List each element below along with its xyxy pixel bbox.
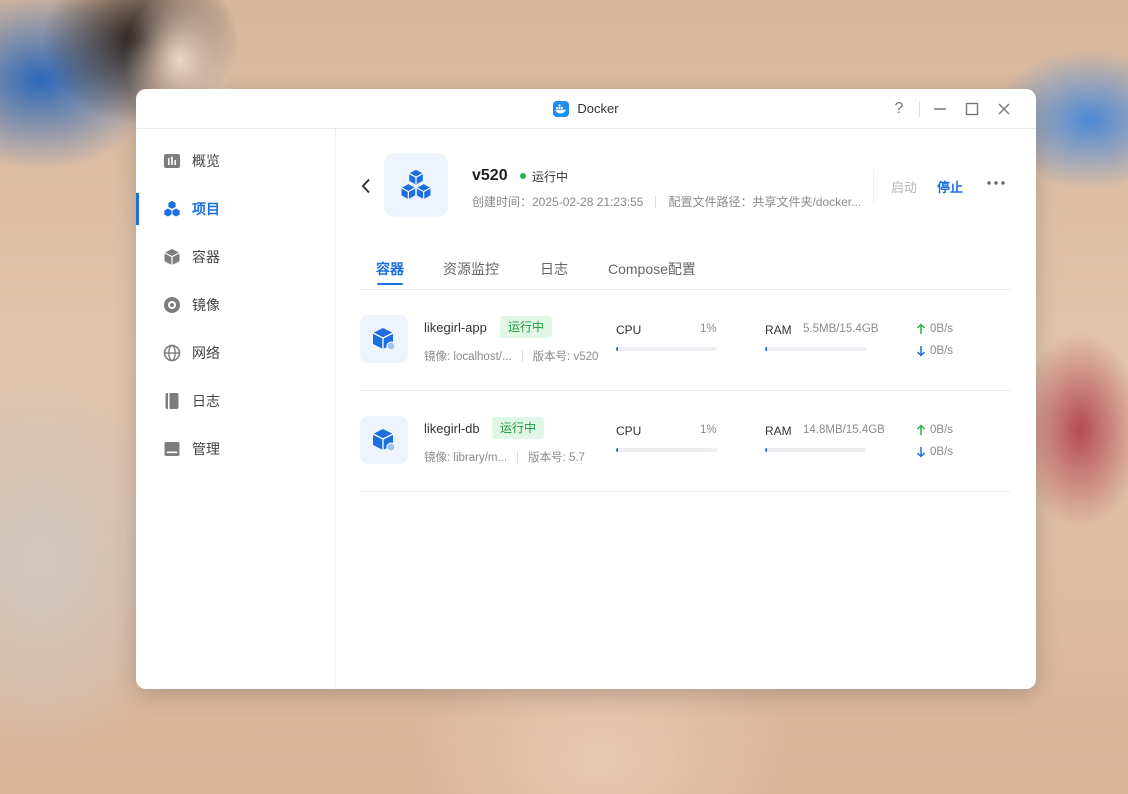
sidebar-item-label: 镜像 bbox=[192, 297, 220, 313]
download-value: 0B/s bbox=[930, 345, 954, 357]
sidebar-item-overview[interactable]: 概览 bbox=[136, 137, 335, 185]
cpu-label: CPU bbox=[616, 323, 642, 337]
manage-icon bbox=[163, 440, 181, 458]
container-icon bbox=[360, 416, 408, 464]
log-icon bbox=[163, 392, 181, 410]
container-row[interactable]: likegirl-db 运行中 镜像: library/m... 版本号: 5.… bbox=[360, 391, 1010, 492]
created-time: 创建时间：2025-02-28 21:23:55 bbox=[472, 195, 644, 209]
sidebar-item-label: 项目 bbox=[192, 201, 220, 217]
title-bar: Docker ? bbox=[136, 89, 1036, 129]
container-meta: 镜像: library/m... 版本号: 5.7 bbox=[424, 449, 585, 465]
project-name: v520 bbox=[472, 167, 508, 184]
status-badge: 运行中 bbox=[492, 417, 545, 439]
upload-value: 0B/s bbox=[930, 424, 954, 436]
stop-button[interactable]: 停止 bbox=[937, 177, 963, 196]
cpu-bar-fill bbox=[616, 347, 618, 351]
tab-bar: 容器 资源监控 日志 Compose配置 bbox=[360, 253, 1010, 290]
version: 版本号: v520 bbox=[532, 351, 599, 363]
sidebar-item-label: 概览 bbox=[192, 153, 220, 169]
download-rate: 0B/s bbox=[916, 446, 953, 458]
container-name[interactable]: likegirl-app bbox=[424, 320, 487, 335]
sidebar-item-project[interactable]: 项目 bbox=[136, 185, 335, 233]
ram-value: 14.8MB/15.4GB bbox=[803, 424, 885, 436]
download-arrow-icon bbox=[916, 447, 926, 458]
download-arrow-icon bbox=[916, 346, 926, 357]
tab-compose-config[interactable]: Compose配置 bbox=[608, 259, 696, 279]
action-divider bbox=[873, 169, 874, 203]
help-icon[interactable]: ? bbox=[883, 93, 915, 125]
start-button[interactable]: 启动 bbox=[891, 177, 917, 196]
main-content: v520 运行中 创建时间：2025-02-28 21:23:55 配置文件路径… bbox=[336, 129, 1036, 689]
maximize-icon[interactable] bbox=[956, 93, 988, 125]
docker-logo-icon bbox=[553, 100, 570, 117]
ram-bar bbox=[765, 448, 866, 452]
cpu-bar bbox=[616, 448, 717, 452]
close-icon[interactable] bbox=[988, 93, 1020, 125]
status-dot bbox=[520, 173, 526, 179]
download-value: 0B/s bbox=[930, 446, 954, 458]
minimize-icon[interactable] bbox=[924, 93, 956, 125]
project-status: 运行中 bbox=[520, 167, 568, 185]
upload-rate: 0B/s bbox=[916, 424, 953, 436]
project-meta: 创建时间：2025-02-28 21:23:55 配置文件路径：共享文件夹/do… bbox=[472, 193, 861, 210]
meta-divider bbox=[655, 195, 657, 208]
back-arrow-icon[interactable] bbox=[357, 175, 375, 197]
container-name[interactable]: likegirl-db bbox=[424, 421, 480, 436]
version: 版本号: 5.7 bbox=[528, 452, 585, 464]
status-badge: 运行中 bbox=[500, 316, 553, 338]
ram-label: RAM bbox=[765, 424, 792, 438]
cpu-label: CPU bbox=[616, 424, 642, 438]
project-icon bbox=[163, 200, 181, 218]
window-title: Docker bbox=[577, 101, 619, 116]
project-avatar-icon bbox=[384, 153, 448, 217]
ram-bar-fill bbox=[765, 347, 767, 351]
container-row[interactable]: likegirl-app 运行中 镜像: localhost/... 版本号: … bbox=[360, 290, 1010, 391]
sidebar-item-label: 容器 bbox=[192, 249, 220, 265]
tab-logs[interactable]: 日志 bbox=[540, 259, 568, 279]
container-meta: 镜像: localhost/... 版本号: v520 bbox=[424, 348, 598, 364]
upload-arrow-icon bbox=[916, 424, 926, 435]
docker-window: Docker ? 概览 项目 容器 镜像 网络 日志 管理 v520 运行中 创… bbox=[136, 89, 1036, 689]
status-text: 运行中 bbox=[532, 169, 569, 184]
meta-divider bbox=[517, 451, 519, 463]
overview-icon bbox=[163, 152, 181, 170]
sidebar-item-network[interactable]: 网络 bbox=[136, 329, 335, 377]
download-rate: 0B/s bbox=[916, 345, 953, 357]
image-icon bbox=[163, 296, 181, 314]
active-tab-indicator bbox=[377, 283, 403, 285]
sidebar-item-container[interactable]: 容器 bbox=[136, 233, 335, 281]
cpu-value: 1% bbox=[700, 323, 717, 335]
network-icon bbox=[163, 344, 181, 362]
upload-rate: 0B/s bbox=[916, 323, 953, 335]
sidebar-item-image[interactable]: 镜像 bbox=[136, 281, 335, 329]
cpu-bar bbox=[616, 347, 717, 351]
sidebar-item-manage[interactable]: 管理 bbox=[136, 425, 335, 473]
cpu-value: 1% bbox=[700, 424, 717, 436]
image-name: 镜像: library/m... bbox=[424, 452, 508, 464]
sidebar-item-log[interactable]: 日志 bbox=[136, 377, 335, 425]
container-icon bbox=[163, 248, 181, 266]
meta-divider bbox=[521, 350, 523, 362]
ram-bar-fill bbox=[765, 448, 767, 452]
sidebar-item-label: 网络 bbox=[192, 345, 220, 361]
cpu-bar-fill bbox=[616, 448, 618, 452]
ram-label: RAM bbox=[765, 323, 792, 337]
config-path: 配置文件路径：共享文件夹/docker... bbox=[668, 195, 862, 209]
more-options-icon[interactable] bbox=[986, 173, 1006, 191]
container-icon bbox=[360, 315, 408, 363]
upload-value: 0B/s bbox=[930, 323, 954, 335]
tab-containers[interactable]: 容器 bbox=[376, 259, 404, 279]
sidebar: 概览 项目 容器 镜像 网络 日志 管理 bbox=[136, 129, 336, 689]
sidebar-item-label: 管理 bbox=[192, 441, 220, 457]
image-name: 镜像: localhost/... bbox=[424, 351, 512, 363]
upload-arrow-icon bbox=[916, 323, 926, 334]
title-divider bbox=[919, 100, 920, 117]
tab-resource-monitor[interactable]: 资源监控 bbox=[443, 259, 499, 279]
sidebar-item-label: 日志 bbox=[192, 393, 220, 409]
ram-value: 5.5MB/15.4GB bbox=[803, 323, 879, 335]
ram-bar bbox=[765, 347, 866, 351]
